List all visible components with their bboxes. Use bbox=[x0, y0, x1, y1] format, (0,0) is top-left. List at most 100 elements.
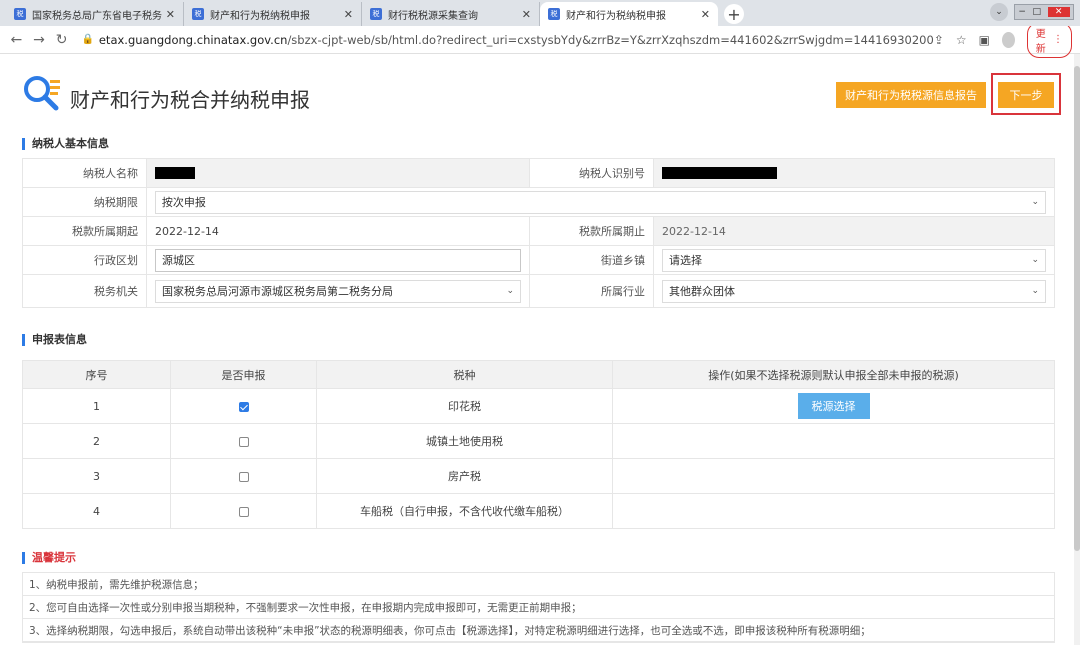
back-icon[interactable]: ← bbox=[8, 32, 25, 48]
industry-cell: 其他群众团体 ⌄ bbox=[654, 275, 1054, 307]
table-row: 4 车船税（自行申报，不含代收代缴车船税） bbox=[22, 493, 1055, 529]
reload-icon[interactable]: ↻ bbox=[53, 32, 70, 48]
form-row: 纳税期限 按次申报 ⌄ bbox=[23, 188, 1054, 217]
tip-item: 2、您可自由选择一次性或分别申报当期税种，不强制要求一次性申报，在申报期内完成申… bbox=[23, 596, 1054, 619]
address-bar: ← → ↻ 🔒 etax.guangdong.chinatax.gov.cn/s… bbox=[0, 21, 1080, 58]
taxpayer-name-label: 纳税人名称 bbox=[23, 159, 147, 187]
chevron-down-icon: ⌄ bbox=[506, 286, 514, 296]
update-label: 更新 bbox=[1035, 28, 1046, 55]
taxpayer-id-value bbox=[654, 159, 1054, 187]
close-tab-icon[interactable]: ✕ bbox=[166, 8, 175, 21]
new-tab-icon[interactable]: + bbox=[724, 4, 744, 24]
declare-checkbox[interactable] bbox=[238, 401, 249, 412]
basic-info-section-title: 纳税人基本信息 bbox=[22, 138, 109, 150]
lock-icon[interactable]: 🔒 bbox=[82, 34, 95, 45]
update-button[interactable]: 更新 ⋮ bbox=[1026, 21, 1072, 58]
declare-checkbox[interactable] bbox=[238, 506, 249, 517]
declare-cell bbox=[170, 423, 317, 459]
column-header-tax: 税种 bbox=[316, 360, 613, 389]
url-field[interactable]: etax.guangdong.chinatax.gov.cn/sbzx-cjpt… bbox=[99, 33, 934, 47]
row-number: 1 bbox=[22, 388, 171, 424]
next-step-highlight: 下一步 bbox=[991, 73, 1061, 115]
table-row: 1 印花税 税源选择 bbox=[22, 388, 1055, 424]
action-cell bbox=[612, 458, 1055, 494]
maximize-icon[interactable]: □ bbox=[1033, 7, 1042, 17]
chevron-down-icon: ⌄ bbox=[1031, 255, 1039, 265]
column-header-no: 序号 bbox=[22, 360, 171, 389]
authority-cell: 国家税务总局河源市源城区税务局第二税务分局 ⌄ bbox=[147, 275, 530, 307]
action-cell: 税源选择 bbox=[612, 388, 1055, 424]
row-number: 2 bbox=[22, 423, 171, 459]
minimize-icon[interactable]: − bbox=[1018, 7, 1026, 17]
tip-item: 3、选择纳税期限，勾选申报后，系统自动带出该税种“未申报”状态的税源明细表，你可… bbox=[23, 619, 1054, 642]
tax-type: 车船税（自行申报，不含代收代缴车船税） bbox=[316, 493, 613, 529]
site-favicon-icon: 税 bbox=[14, 8, 26, 20]
tax-source-report-button[interactable]: 财产和行为税税源信息报告 bbox=[836, 82, 986, 108]
site-favicon-icon: 税 bbox=[370, 8, 382, 20]
tab-label: 财产和行为税纳税申报 bbox=[566, 10, 666, 22]
table-header-row: 序号 是否申报 税种 操作(如果不选择税源则默认申报全部未申报的税源) bbox=[22, 360, 1055, 389]
site-favicon-icon: 税 bbox=[548, 8, 560, 20]
page-scrollbar[interactable] bbox=[1074, 54, 1080, 645]
chevron-down-icon: ⌄ bbox=[1031, 197, 1039, 207]
redacted-id bbox=[662, 167, 777, 179]
district-label: 行政区划 bbox=[23, 246, 147, 274]
authority-select[interactable]: 国家税务总局河源市源城区税务局第二税务分局 ⌄ bbox=[155, 279, 521, 303]
close-window-icon[interactable]: ✕ bbox=[1047, 7, 1070, 17]
browser-tab-2[interactable]: 税 财产和行为税纳税申报 ✕ bbox=[184, 2, 362, 26]
declare-checkbox[interactable] bbox=[238, 436, 249, 447]
redacted-name bbox=[155, 167, 195, 179]
tab-search-icon[interactable]: ⌄ bbox=[990, 3, 1008, 21]
close-tab-icon[interactable]: ✕ bbox=[344, 8, 353, 21]
street-cell: 请选择 ⌄ bbox=[654, 246, 1054, 274]
profile-avatar[interactable] bbox=[1002, 31, 1015, 48]
basic-info-form: 纳税人名称 纳税人识别号 纳税期限 按次申报 ⌄ 税款所属期起 2022-12-1… bbox=[22, 158, 1055, 308]
share-icon[interactable]: ⇪ bbox=[934, 33, 944, 47]
tax-type: 房产税 bbox=[316, 458, 613, 494]
tab-label: 财产和行为税纳税申报 bbox=[210, 10, 310, 22]
tab-label: 财行税税源采集查询 bbox=[388, 10, 478, 22]
form-row: 税务机关 国家税务总局河源市源城区税务局第二税务分局 ⌄ 所属行业 其他群众团体 ⌄ bbox=[23, 275, 1054, 307]
district-cell: 源城区 bbox=[147, 246, 530, 274]
district-input[interactable]: 源城区 bbox=[155, 248, 521, 272]
declaration-section-title: 申报表信息 bbox=[22, 334, 87, 346]
form-row: 行政区划 源城区 街道乡镇 请选择 ⌄ bbox=[23, 246, 1054, 275]
tip-item: 1、纳税申报前，需先维护税源信息； bbox=[23, 573, 1054, 596]
start-date-label: 税款所属期起 bbox=[23, 217, 147, 245]
close-tab-icon[interactable]: ✕ bbox=[701, 8, 710, 21]
browser-tab-1[interactable]: 税 国家税务总局广东省电子税务局 ✕ bbox=[6, 2, 184, 26]
industry-select[interactable]: 其他群众团体 ⌄ bbox=[662, 279, 1046, 303]
forward-icon[interactable]: → bbox=[31, 32, 48, 48]
taxpayer-id-label: 纳税人识别号 bbox=[530, 159, 654, 187]
browser-tab-3[interactable]: 税 财行税税源采集查询 ✕ bbox=[362, 2, 540, 26]
end-date-value: 2022-12-14 bbox=[654, 217, 1054, 245]
page-title: 财产和行为税合并纳税申报 bbox=[70, 88, 310, 112]
declare-checkbox[interactable] bbox=[238, 471, 249, 482]
period-select[interactable]: 按次申报 ⌄ bbox=[154, 190, 1046, 214]
industry-label: 所属行业 bbox=[530, 275, 654, 307]
column-header-declare: 是否申报 bbox=[170, 360, 317, 389]
close-tab-icon[interactable]: ✕ bbox=[522, 8, 531, 21]
street-select[interactable]: 请选择 ⌄ bbox=[662, 248, 1046, 272]
taxpayer-name-value bbox=[147, 159, 530, 187]
industry-value: 其他群众团体 bbox=[669, 285, 735, 298]
row-number: 4 bbox=[22, 493, 171, 529]
next-step-button[interactable]: 下一步 bbox=[998, 82, 1054, 108]
browser-tab-4[interactable]: 税 财产和行为税纳税申报 ✕ bbox=[540, 2, 718, 26]
bookmark-star-icon[interactable]: ☆ bbox=[956, 33, 967, 47]
end-date-label: 税款所属期止 bbox=[530, 217, 654, 245]
side-panel-icon[interactable]: ▣ bbox=[979, 33, 990, 47]
magnifier-document-icon bbox=[24, 76, 60, 111]
declaration-table: 序号 是否申报 税种 操作(如果不选择税源则默认申报全部未申报的税源) 1 印花… bbox=[22, 360, 1055, 529]
table-row: 2 城镇土地使用税 bbox=[22, 423, 1055, 459]
row-number: 3 bbox=[22, 458, 171, 494]
site-favicon-icon: 税 bbox=[192, 8, 204, 20]
browser-toolbar-right: ⇪ ☆ ▣ 更新 ⋮ bbox=[934, 21, 1072, 58]
period-label: 纳税期限 bbox=[23, 188, 147, 216]
menu-dots-icon: ⋮ bbox=[1053, 34, 1063, 45]
browser-tabbar: 税 国家税务总局广东省电子税务局 ✕ 税 财产和行为税纳税申报 ✕ 税 财行税税… bbox=[0, 0, 1080, 26]
scrollbar-thumb[interactable] bbox=[1074, 66, 1080, 551]
window-buttons: − □ ✕ bbox=[1014, 4, 1074, 20]
action-cell bbox=[612, 423, 1055, 459]
select-tax-source-button[interactable]: 税源选择 bbox=[797, 393, 870, 419]
